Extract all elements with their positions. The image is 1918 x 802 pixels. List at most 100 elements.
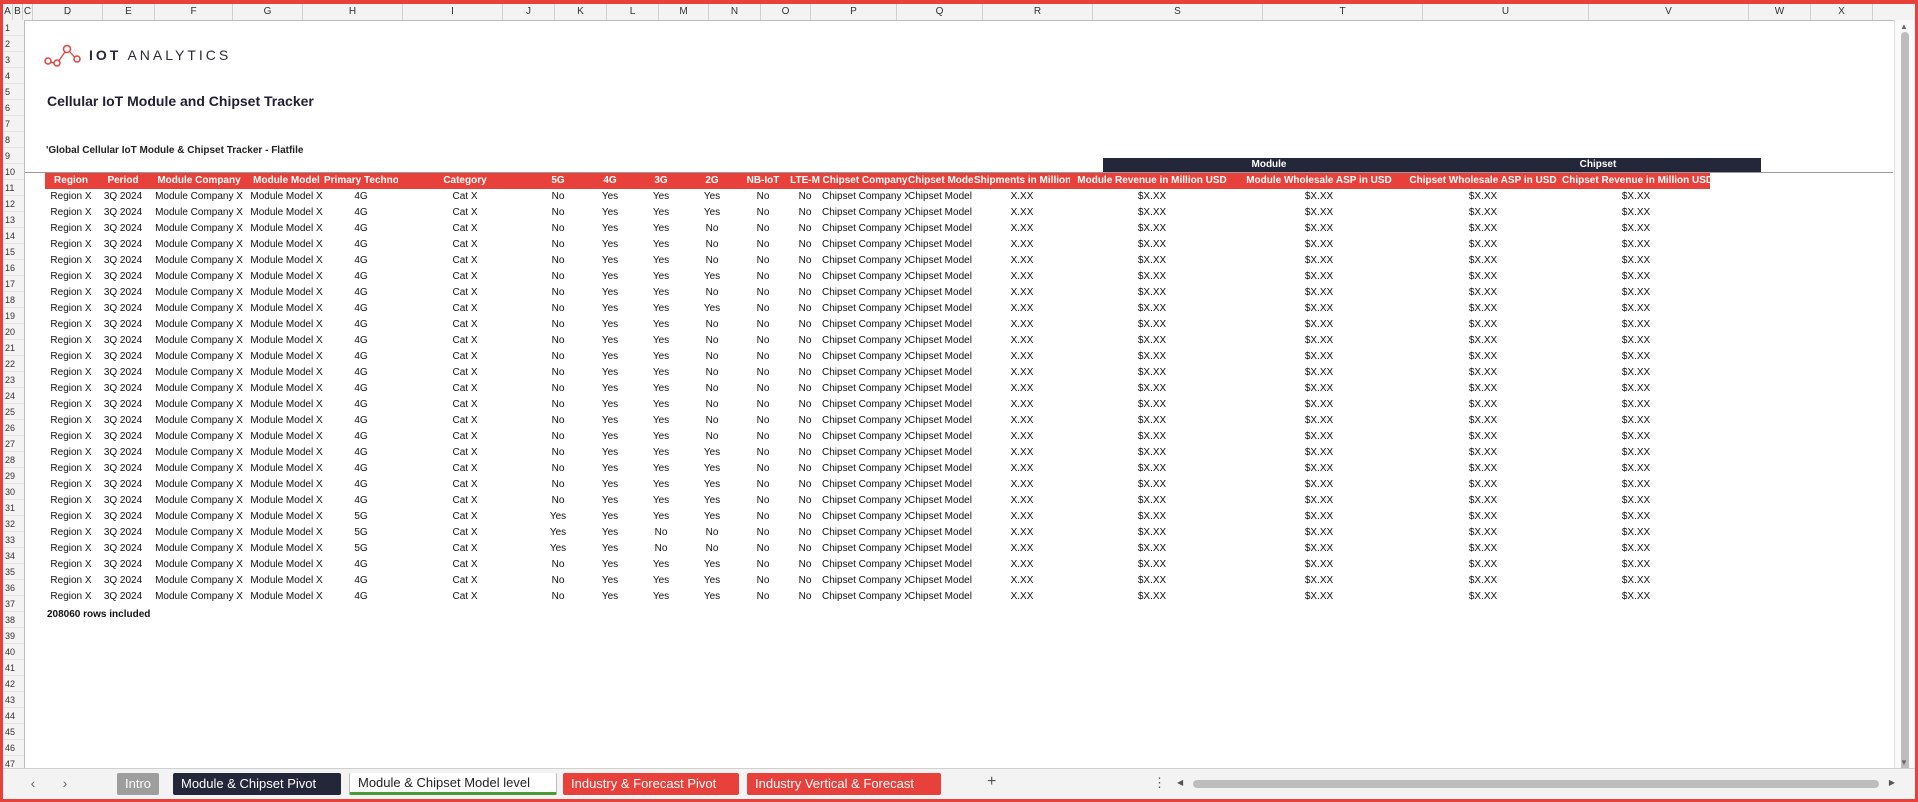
column-title[interactable]: Module Company bbox=[149, 173, 249, 189]
table-cell[interactable]: $X.XX bbox=[1562, 413, 1710, 429]
table-cell[interactable]: Chipset Model X bbox=[908, 413, 974, 429]
table-cell[interactable]: $X.XX bbox=[1234, 317, 1404, 333]
table-cell[interactable]: Module Model X bbox=[249, 429, 324, 445]
table-cell[interactable]: Yes bbox=[636, 445, 686, 461]
table-cell[interactable]: Module Model X bbox=[249, 301, 324, 317]
table-cell[interactable]: No bbox=[788, 381, 822, 397]
table-cell[interactable]: Yes bbox=[584, 493, 636, 509]
table-cell[interactable]: $X.XX bbox=[1234, 269, 1404, 285]
column-header-s[interactable]: S bbox=[1093, 4, 1263, 20]
table-cell[interactable]: $X.XX bbox=[1234, 589, 1404, 605]
sheet-tab-industry-vertical-forecast[interactable]: Industry Vertical & Forecast bbox=[747, 773, 941, 795]
table-cell[interactable]: $X.XX bbox=[1070, 349, 1234, 365]
table-cell[interactable]: Yes bbox=[636, 509, 686, 525]
table-cell[interactable]: X.XX bbox=[974, 509, 1070, 525]
table-cell[interactable]: Yes bbox=[636, 557, 686, 573]
table-cell[interactable]: Chipset Model X bbox=[908, 429, 974, 445]
table-cell[interactable]: 4G bbox=[324, 445, 398, 461]
table-cell[interactable]: 3Q 2024 bbox=[97, 333, 149, 349]
table-cell[interactable]: Region X bbox=[45, 509, 97, 525]
column-header-t[interactable]: T bbox=[1263, 4, 1423, 20]
table-cell[interactable]: No bbox=[738, 541, 788, 557]
row-header[interactable]: 11 bbox=[3, 180, 24, 196]
table-cell[interactable]: Yes bbox=[584, 477, 636, 493]
table-cell[interactable]: $X.XX bbox=[1070, 445, 1234, 461]
table-cell[interactable]: No bbox=[788, 205, 822, 221]
table-cell[interactable]: Chipset Company X bbox=[822, 397, 908, 413]
table-cell[interactable]: No bbox=[532, 349, 584, 365]
row-header[interactable]: 27 bbox=[3, 436, 24, 452]
table-cell[interactable]: No bbox=[788, 301, 822, 317]
column-title[interactable]: Chipset Model bbox=[908, 173, 974, 189]
table-cell[interactable]: Module Company X bbox=[149, 477, 249, 493]
table-cell[interactable]: $X.XX bbox=[1234, 509, 1404, 525]
table-cell[interactable]: $X.XX bbox=[1070, 285, 1234, 301]
table-cell[interactable]: X.XX bbox=[974, 205, 1070, 221]
table-cell[interactable]: Chipset Company X bbox=[822, 221, 908, 237]
table-cell[interactable]: 4G bbox=[324, 221, 398, 237]
table-cell[interactable]: No bbox=[686, 349, 738, 365]
table-cell[interactable]: $X.XX bbox=[1562, 189, 1710, 205]
table-cell[interactable]: $X.XX bbox=[1070, 253, 1234, 269]
column-header-m[interactable]: M bbox=[659, 4, 709, 20]
table-cell[interactable]: 3Q 2024 bbox=[97, 189, 149, 205]
table-cell[interactable]: Cat X bbox=[398, 573, 532, 589]
table-cell[interactable]: 3Q 2024 bbox=[97, 509, 149, 525]
row-header[interactable]: 7 bbox=[3, 116, 24, 132]
table-cell[interactable]: $X.XX bbox=[1562, 285, 1710, 301]
table-cell[interactable]: $X.XX bbox=[1404, 397, 1562, 413]
table-cell[interactable]: Module Model X bbox=[249, 205, 324, 221]
table-cell[interactable]: 4G bbox=[324, 557, 398, 573]
table-cell[interactable]: X.XX bbox=[974, 461, 1070, 477]
table-cell[interactable]: No bbox=[532, 221, 584, 237]
table-cell[interactable]: No bbox=[788, 509, 822, 525]
table-cell[interactable]: No bbox=[738, 365, 788, 381]
table-cell[interactable]: Yes bbox=[584, 221, 636, 237]
column-header-r[interactable]: R bbox=[983, 4, 1093, 20]
table-cell[interactable]: Yes bbox=[584, 445, 636, 461]
row-header[interactable]: 41 bbox=[3, 660, 24, 676]
row-header[interactable]: 22 bbox=[3, 356, 24, 372]
table-cell[interactable]: $X.XX bbox=[1404, 509, 1562, 525]
table-cell[interactable]: No bbox=[738, 573, 788, 589]
table-cell[interactable]: Cat X bbox=[398, 477, 532, 493]
column-header-b[interactable]: B bbox=[13, 4, 23, 20]
table-cell[interactable]: No bbox=[738, 269, 788, 285]
row-header[interactable]: 13 bbox=[3, 212, 24, 228]
table-cell[interactable]: Module Company X bbox=[149, 285, 249, 301]
table-cell[interactable]: 3Q 2024 bbox=[97, 381, 149, 397]
table-cell[interactable]: No bbox=[738, 189, 788, 205]
table-cell[interactable]: No bbox=[788, 493, 822, 509]
table-cell[interactable]: No bbox=[738, 477, 788, 493]
row-header[interactable]: 35 bbox=[3, 564, 24, 580]
table-cell[interactable]: Module Company X bbox=[149, 253, 249, 269]
table-cell[interactable]: Chipset Company X bbox=[822, 269, 908, 285]
table-cell[interactable]: No bbox=[738, 301, 788, 317]
table-cell[interactable]: $X.XX bbox=[1562, 461, 1710, 477]
table-cell[interactable]: $X.XX bbox=[1070, 237, 1234, 253]
table-cell[interactable]: No bbox=[738, 317, 788, 333]
table-cell[interactable]: Chipset Model X bbox=[908, 557, 974, 573]
table-cell[interactable]: Yes bbox=[584, 525, 636, 541]
table-cell[interactable]: $X.XX bbox=[1562, 269, 1710, 285]
table-cell[interactable]: X.XX bbox=[974, 269, 1070, 285]
row-header[interactable]: 24 bbox=[3, 388, 24, 404]
row-header[interactable]: 18 bbox=[3, 292, 24, 308]
table-cell[interactable]: Cat X bbox=[398, 365, 532, 381]
table-cell[interactable]: $X.XX bbox=[1562, 557, 1710, 573]
table-cell[interactable]: Cat X bbox=[398, 205, 532, 221]
table-cell[interactable]: $X.XX bbox=[1562, 253, 1710, 269]
table-cell[interactable]: $X.XX bbox=[1234, 253, 1404, 269]
table-cell[interactable]: 3Q 2024 bbox=[97, 541, 149, 557]
table-cell[interactable]: $X.XX bbox=[1404, 573, 1562, 589]
table-cell[interactable]: Yes bbox=[584, 269, 636, 285]
sheet-grid[interactable]: IOT ANALYTICS Cellular IoT Module and Ch… bbox=[25, 21, 1893, 769]
table-cell[interactable]: Chipset Model X bbox=[908, 365, 974, 381]
table-cell[interactable]: 4G bbox=[324, 349, 398, 365]
table-cell[interactable]: $X.XX bbox=[1562, 365, 1710, 381]
table-cell[interactable]: No bbox=[738, 429, 788, 445]
table-cell[interactable]: Yes bbox=[584, 333, 636, 349]
table-cell[interactable]: $X.XX bbox=[1404, 221, 1562, 237]
table-cell[interactable]: $X.XX bbox=[1562, 237, 1710, 253]
column-title[interactable]: Module Wholesale ASP in USD bbox=[1234, 173, 1404, 189]
